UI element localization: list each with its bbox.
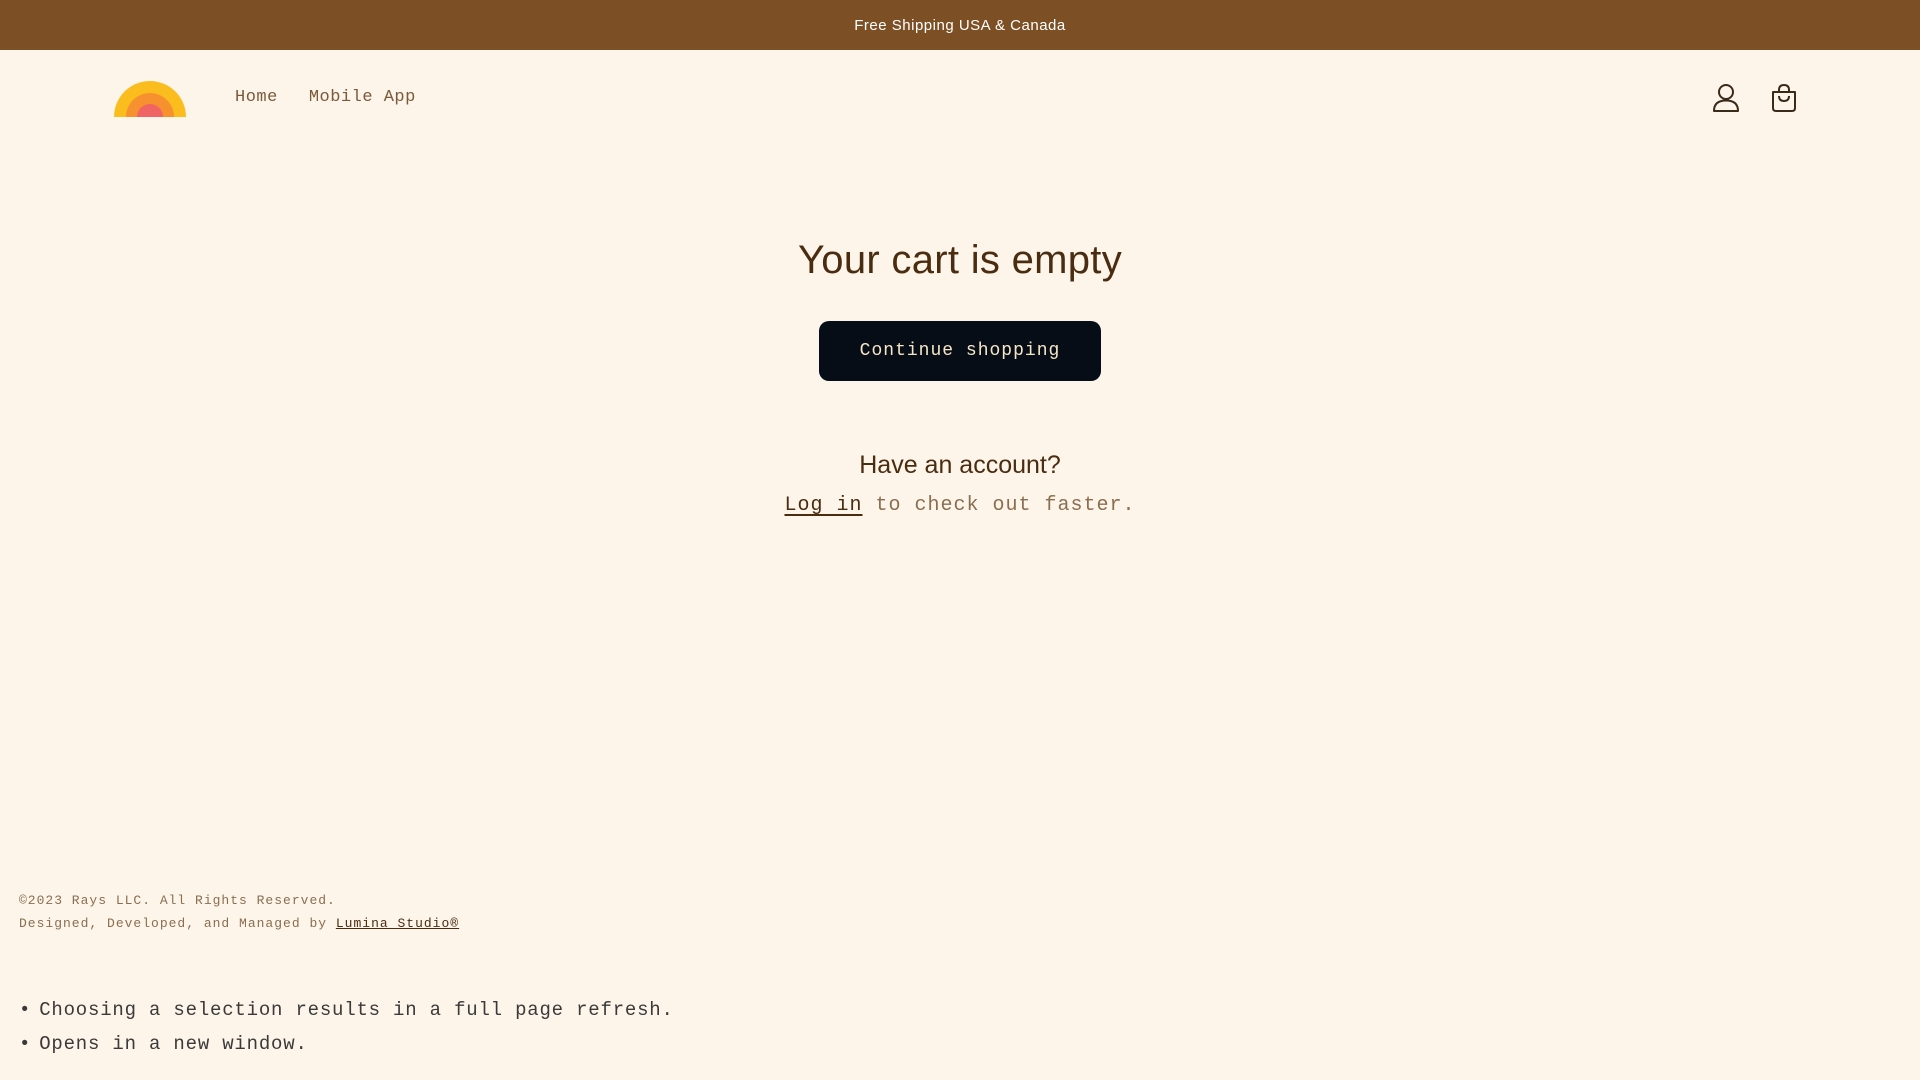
login-prompt-suffix: to check out faster. <box>862 494 1136 517</box>
logo[interactable] <box>114 79 186 117</box>
header-icons <box>1710 80 1800 116</box>
sunrise-logo-icon <box>114 81 186 117</box>
accessibility-notes: Choosing a selection results in a full p… <box>19 993 674 1061</box>
account-heading: Have an account? <box>859 451 1061 479</box>
list-item: Opens in a new window. <box>19 1027 674 1061</box>
site-footer: ©2023 Rays LLC. All Rights Reserved. Des… <box>19 889 459 935</box>
site-header: Home Mobile App <box>0 50 1920 148</box>
continue-shopping-button[interactable]: Continue shopping <box>819 321 1101 381</box>
nav-home[interactable]: Home <box>235 88 278 107</box>
credit-prefix: Designed, Developed, and Managed by <box>19 916 336 931</box>
nav-mobile-app[interactable]: Mobile App <box>309 88 416 107</box>
credit-line: Designed, Developed, and Managed by Lumi… <box>19 912 459 935</box>
page-title: Your cart is empty <box>797 238 1123 282</box>
account-button[interactable] <box>1710 80 1742 116</box>
main-nav: Home Mobile App <box>235 88 416 107</box>
login-link[interactable]: Log in <box>784 494 862 517</box>
announcement-text: Free Shipping USA & Canada <box>854 16 1066 34</box>
cart-icon <box>1772 83 1796 112</box>
copyright-text: ©2023 Rays LLC. All Rights Reserved. <box>19 893 336 908</box>
announcement-bar: Free Shipping USA & Canada <box>0 0 1920 50</box>
cart-empty-section: Your cart is empty Continue shopping Hav… <box>0 238 1920 517</box>
cart-button[interactable] <box>1768 80 1800 116</box>
account-icon <box>1713 84 1739 112</box>
lumina-studio-link[interactable]: Lumina Studio® <box>336 916 459 931</box>
list-item: Choosing a selection results in a full p… <box>19 993 674 1027</box>
login-prompt: Log in to check out faster. <box>0 494 1920 517</box>
